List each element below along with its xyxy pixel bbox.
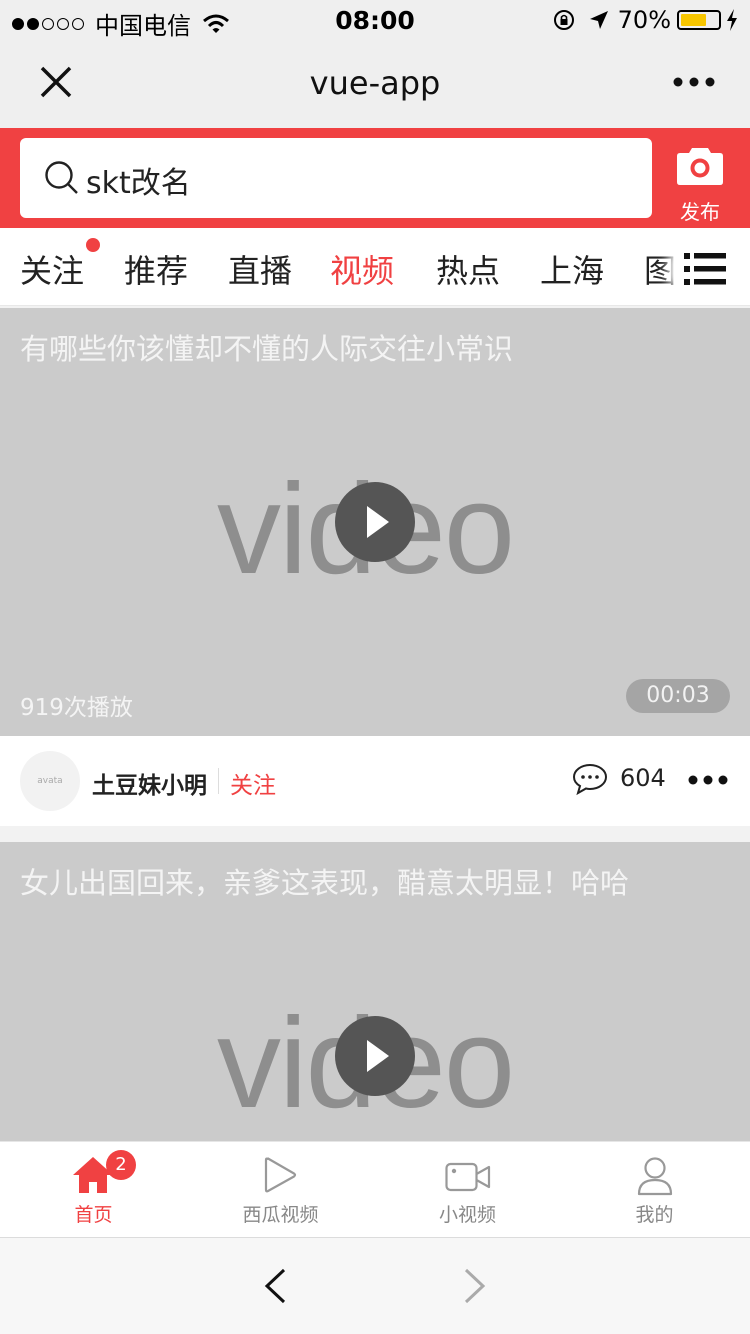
divider bbox=[218, 768, 219, 794]
status-bar: 中国电信 08:00 70% bbox=[0, 0, 750, 40]
tab-video[interactable]: 视频 bbox=[330, 246, 394, 292]
avatar[interactable]: avata bbox=[20, 751, 80, 811]
video-title: 女儿出国回来，亲爹这表现，醋意太明显！哈哈 bbox=[20, 866, 630, 900]
tab-pictures[interactable]: 图 bbox=[644, 246, 676, 292]
navigation-bar: vue-app bbox=[0, 40, 750, 128]
search-text: skt改名 bbox=[86, 166, 191, 201]
tab-short-video[interactable]: 小视频 bbox=[374, 1142, 561, 1238]
charging-icon bbox=[727, 9, 737, 31]
comment-icon[interactable] bbox=[572, 762, 608, 796]
tab-label: 小视频 bbox=[438, 1204, 496, 1226]
user-icon bbox=[637, 1157, 673, 1196]
page-title: vue-app bbox=[309, 64, 441, 102]
author-name[interactable]: 土豆妹小明 bbox=[92, 766, 207, 800]
tab-shanghai[interactable]: 上海 bbox=[540, 246, 604, 292]
tab-label: 我的 bbox=[635, 1204, 674, 1226]
search-header: skt改名 发布 bbox=[0, 128, 750, 228]
tab-home[interactable]: 2 首页 bbox=[0, 1142, 187, 1238]
play-icon bbox=[367, 506, 389, 538]
publish-label: 发布 bbox=[680, 200, 720, 224]
search-input[interactable]: skt改名 bbox=[20, 138, 652, 218]
more-icon[interactable] bbox=[687, 774, 729, 786]
play-button[interactable] bbox=[335, 482, 415, 562]
more-options-icon[interactable] bbox=[672, 76, 716, 88]
list-menu-icon bbox=[684, 253, 726, 285]
tab-follow[interactable]: 关注 bbox=[20, 246, 84, 292]
comment-count: 604 bbox=[620, 764, 666, 792]
video-meta-bar: avata 土豆妹小明 关注 604 bbox=[0, 736, 750, 826]
video-title: 有哪些你该懂却不懂的人际交往小常识 bbox=[20, 332, 514, 366]
video-camera-icon bbox=[445, 1162, 491, 1192]
publish-button[interactable]: 发布 bbox=[668, 140, 732, 224]
tab-live[interactable]: 直播 bbox=[228, 246, 292, 292]
back-icon[interactable] bbox=[262, 1268, 288, 1304]
tab-label: 西瓜视频 bbox=[242, 1204, 319, 1226]
battery-percent: 70% bbox=[617, 6, 671, 34]
tab-me[interactable]: 我的 bbox=[561, 1142, 748, 1238]
location-icon bbox=[589, 11, 608, 29]
tab-recommend[interactable]: 推荐 bbox=[124, 246, 188, 292]
video-duration: 00:03 bbox=[626, 679, 730, 713]
tab-hot[interactable]: 热点 bbox=[436, 246, 500, 292]
channel-tabs: 关注 推荐 直播 视频 热点 上海 图 bbox=[0, 228, 750, 306]
browser-toolbar bbox=[0, 1237, 750, 1334]
channel-menu-button[interactable] bbox=[680, 252, 728, 286]
battery-icon bbox=[677, 10, 721, 30]
camera-icon bbox=[677, 148, 723, 185]
search-icon bbox=[45, 161, 78, 194]
notification-badge: 2 bbox=[106, 1150, 136, 1180]
tab-label: 首页 bbox=[74, 1204, 113, 1226]
play-button[interactable] bbox=[335, 1016, 415, 1096]
play-icon bbox=[367, 1040, 389, 1072]
orientation-lock-icon bbox=[553, 10, 574, 30]
bottom-tab-bar: 2 首页 西瓜视频 小视频 我的 bbox=[0, 1141, 750, 1237]
video-player[interactable]: 有哪些你该懂却不懂的人际交往小常识 video 919次播放 00:03 bbox=[0, 308, 750, 736]
notification-dot bbox=[86, 238, 100, 252]
follow-button[interactable]: 关注 bbox=[230, 766, 276, 800]
play-outline-icon bbox=[264, 1157, 297, 1193]
forward-icon[interactable] bbox=[462, 1268, 488, 1304]
play-count: 919次播放 bbox=[20, 695, 133, 721]
tab-xigua-video[interactable]: 西瓜视频 bbox=[187, 1142, 374, 1238]
video-player[interactable]: 女儿出国回来，亲爹这表现，醋意太明显！哈哈 video bbox=[0, 842, 750, 1141]
